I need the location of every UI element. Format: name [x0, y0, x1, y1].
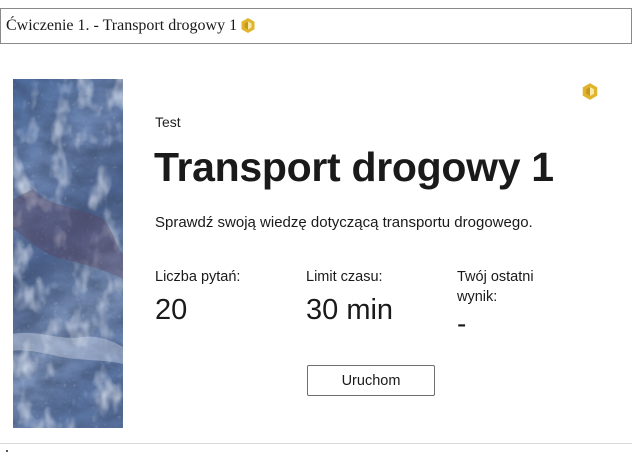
exercise-title: Ćwiczenie 1. - Transport drogowy 1	[6, 17, 238, 34]
test-description: Sprawdź swoją wiedzę dotyczącą transport…	[155, 214, 533, 231]
divider	[0, 443, 632, 444]
stat-label: Liczba pytań:	[155, 269, 241, 285]
stat-time-limit: Limit czasu: 30 min	[306, 267, 393, 327]
start-test-button[interactable]: Uruchom	[307, 365, 435, 396]
stat-value: 20	[155, 294, 188, 326]
test-cover-image	[13, 79, 123, 428]
stat-label: Limit czasu:	[306, 269, 383, 285]
stat-value: -	[457, 308, 467, 339]
exercise-header: Ćwiczenie 1. - Transport drogowy 1	[0, 8, 632, 44]
test-card: Test Transport drogowy 1 Sprawdź swoją w…	[0, 44, 632, 444]
stat-last-result: Twój ostatni wynik: -	[457, 267, 577, 341]
test-title: Transport drogowy 1	[154, 144, 554, 190]
test-type-label: Test	[155, 114, 181, 130]
stat-question-count: Liczba pytań: 20	[155, 267, 240, 327]
hexagon-badge-icon	[581, 82, 599, 101]
stat-value: 30 min	[306, 294, 394, 326]
hexagon-badge-icon	[240, 17, 256, 34]
stat-label: Twój ostatni wynik:	[457, 269, 534, 305]
bottom-dot	[6, 450, 8, 452]
